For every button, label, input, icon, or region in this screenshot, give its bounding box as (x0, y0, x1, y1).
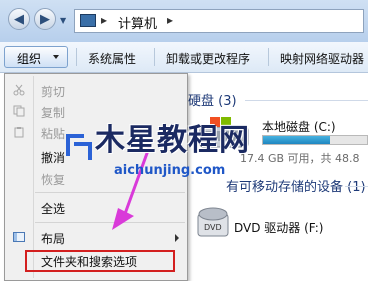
watermark-logo-icon (66, 134, 92, 160)
watermark-url: aichunjing.com (114, 163, 226, 178)
watermark-text: 木星教程网 (95, 123, 250, 158)
